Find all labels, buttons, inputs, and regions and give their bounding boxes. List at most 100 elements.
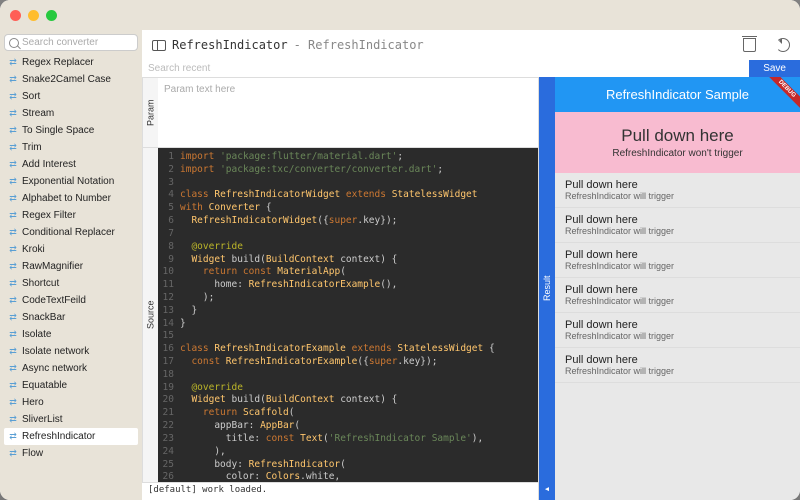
recent-input[interactable]: Search recent: [142, 61, 749, 76]
preview-list[interactable]: Pull down here RefreshIndicator will trig…: [555, 173, 800, 500]
list-item[interactable]: Pull down hereRefreshIndicator will trig…: [555, 243, 800, 278]
panels: Param Param text here Source 1import 'pa…: [142, 77, 800, 500]
close-window-button[interactable]: [10, 10, 21, 21]
sidebar-item[interactable]: ⇄ Kroki: [4, 241, 138, 258]
code-editor[interactable]: 1import 'package:flutter/material.dart';…: [158, 148, 538, 482]
code-line: 6 RefreshIndicatorWidget({super.key});: [158, 215, 538, 228]
sidebar-item[interactable]: ⇄Stream: [4, 105, 138, 122]
sidebar-item[interactable]: ⇄Regex Replacer: [4, 54, 138, 71]
sidebar-item[interactable]: ⇄ Sort: [4, 88, 138, 105]
traffic-lights: [10, 10, 57, 21]
list-item[interactable]: Pull down hereRefreshIndicator will trig…: [555, 208, 800, 243]
minimize-window-button[interactable]: [28, 10, 39, 21]
preview-hero-subtitle: RefreshIndicator won't trigger: [555, 148, 800, 159]
sidebar-item[interactable]: ⇄Alphabet to Number: [4, 190, 138, 207]
code-line: 18: [158, 369, 538, 382]
sidebar-item-label: Equatable: [22, 380, 67, 391]
list-item-subtitle: RefreshIndicator will trigger: [565, 191, 790, 201]
sidebar-item[interactable]: ⇄Equatable: [4, 377, 138, 394]
param-textarea[interactable]: Param text here: [158, 78, 538, 147]
save-button[interactable]: Save: [749, 60, 800, 77]
list-item-title: Pull down here: [565, 284, 790, 296]
trash-icon[interactable]: [743, 38, 756, 52]
sidebar-toggle-icon[interactable]: [152, 40, 166, 51]
sidebar-item[interactable]: ⇄Exponential Notation: [4, 173, 138, 190]
converter-icon: ⇄: [8, 278, 18, 289]
list-item[interactable]: Pull down hereRefreshIndicator will trig…: [555, 278, 800, 313]
left-column: Param Param text here Source 1import 'pa…: [142, 77, 538, 500]
sidebar-item-label: RefreshIndicator: [22, 431, 95, 442]
sidebar-item[interactable]: ⇄ Hero: [4, 394, 138, 411]
code-line: 2import 'package:txc/converter/converter…: [158, 164, 538, 177]
converter-icon: ⇄: [8, 261, 18, 272]
sidebar-item-label: SnackBar: [22, 312, 65, 323]
sidebar-item[interactable]: ⇄Isolate: [4, 326, 138, 343]
sidebar-item[interactable]: ⇄Snake2Camel Case: [4, 71, 138, 88]
code-line: 23 title: const Text('RefreshIndicator S…: [158, 433, 538, 446]
sidebar-item[interactable]: ⇄ Regex Filter: [4, 207, 138, 224]
titlebar: [0, 0, 800, 30]
zoom-window-button[interactable]: [46, 10, 57, 21]
list-item-subtitle: RefreshIndicator will trigger: [565, 261, 790, 271]
sidebar-item[interactable]: ⇄Isolate network: [4, 343, 138, 360]
sidebar-item-label: Shortcut: [22, 278, 59, 289]
sidebar-list[interactable]: ⇄Regex Replacer⇄Snake2Camel Case⇄Sort⇄St…: [4, 54, 138, 500]
sidebar-item-label: Kroki: [22, 244, 45, 255]
converter-icon: ⇄: [8, 91, 18, 102]
search-input[interactable]: Search converter: [4, 34, 138, 51]
recent-bar: Search recent Save: [142, 60, 800, 77]
converter-icon: ⇄: [8, 193, 18, 204]
sidebar-item-label: Regex Filter: [22, 210, 76, 221]
list-item-title: Pull down here: [565, 354, 790, 366]
refresh-icon[interactable]: [776, 38, 790, 52]
sidebar-item[interactable]: ⇄Flow: [4, 445, 138, 462]
sidebar-item[interactable]: ⇄ Shortcut: [4, 275, 138, 292]
sidebar-item[interactable]: ⇄RefreshIndicator: [4, 428, 138, 445]
sidebar-item[interactable]: ⇄Add Interest: [4, 156, 138, 173]
converter-icon: ⇄: [8, 397, 18, 408]
sidebar-item-label: RawMagnifier: [22, 261, 83, 272]
preview-hero-title: Pull down here: [555, 126, 800, 146]
app-window: Search converter ⇄Regex Replacer⇄Snake2C…: [0, 0, 800, 500]
converter-icon: ⇄: [8, 227, 18, 238]
converter-icon: ⇄: [8, 346, 18, 357]
sidebar-item-label: Hero: [22, 397, 44, 408]
converter-icon: ⇄: [8, 210, 18, 221]
list-item-title: Pull down here: [565, 214, 790, 226]
sidebar-item[interactable]: ⇄ SnackBar: [4, 309, 138, 326]
list-item[interactable]: Pull down hereRefreshIndicator will trig…: [555, 173, 800, 208]
sidebar-item[interactable]: ⇄Trim: [4, 139, 138, 156]
sidebar-item-label: Trim: [22, 142, 42, 153]
converter-icon: ⇄: [8, 244, 18, 255]
code-line: 17 const RefreshIndicatorExample({super.…: [158, 356, 538, 369]
code-line: 8 @override: [158, 241, 538, 254]
search-placeholder: Search converter: [22, 37, 98, 48]
code-line: 26 color: Colors.white,: [158, 471, 538, 482]
converter-icon: ⇄: [8, 295, 18, 306]
code-line: 13 }: [158, 305, 538, 318]
converter-icon: ⇄: [8, 57, 18, 68]
sidebar-item[interactable]: ⇄Conditional Replacer: [4, 224, 138, 241]
param-label: Param: [142, 78, 158, 147]
sidebar-item[interactable]: ⇄ RawMagnifier: [4, 258, 138, 275]
list-item-title: Pull down here: [565, 319, 790, 331]
sidebar-item[interactable]: ⇄CodeTextFeild: [4, 292, 138, 309]
sidebar-item-label: Sort: [22, 91, 40, 102]
converter-icon: ⇄: [8, 312, 18, 323]
preview-pane[interactable]: RefreshIndicator Sample Pull down here R…: [555, 77, 800, 500]
list-item[interactable]: Pull down hereRefreshIndicator will trig…: [555, 313, 800, 348]
sidebar-item[interactable]: ⇄Async network: [4, 360, 138, 377]
list-item[interactable]: Pull down hereRefreshIndicator will trig…: [555, 348, 800, 383]
code-line: 9 Widget build(BuildContext context) {: [158, 254, 538, 267]
sidebar-item[interactable]: ⇄To Single Space: [4, 122, 138, 139]
result-column: Result RefreshIndicator Sample Pull down…: [538, 77, 800, 500]
code-line: 21 return Scaffold(: [158, 407, 538, 420]
sidebar: Search converter ⇄Regex Replacer⇄Snake2C…: [0, 30, 142, 500]
sidebar-item[interactable]: ⇄SliverList: [4, 411, 138, 428]
converter-icon: ⇄: [8, 329, 18, 340]
converter-icon: ⇄: [8, 448, 18, 459]
code-line: 4class RefreshIndicatorWidget extends St…: [158, 189, 538, 202]
source-label: Source: [142, 148, 158, 482]
sidebar-item-label: Stream: [22, 108, 54, 119]
result-label[interactable]: Result: [539, 77, 555, 500]
